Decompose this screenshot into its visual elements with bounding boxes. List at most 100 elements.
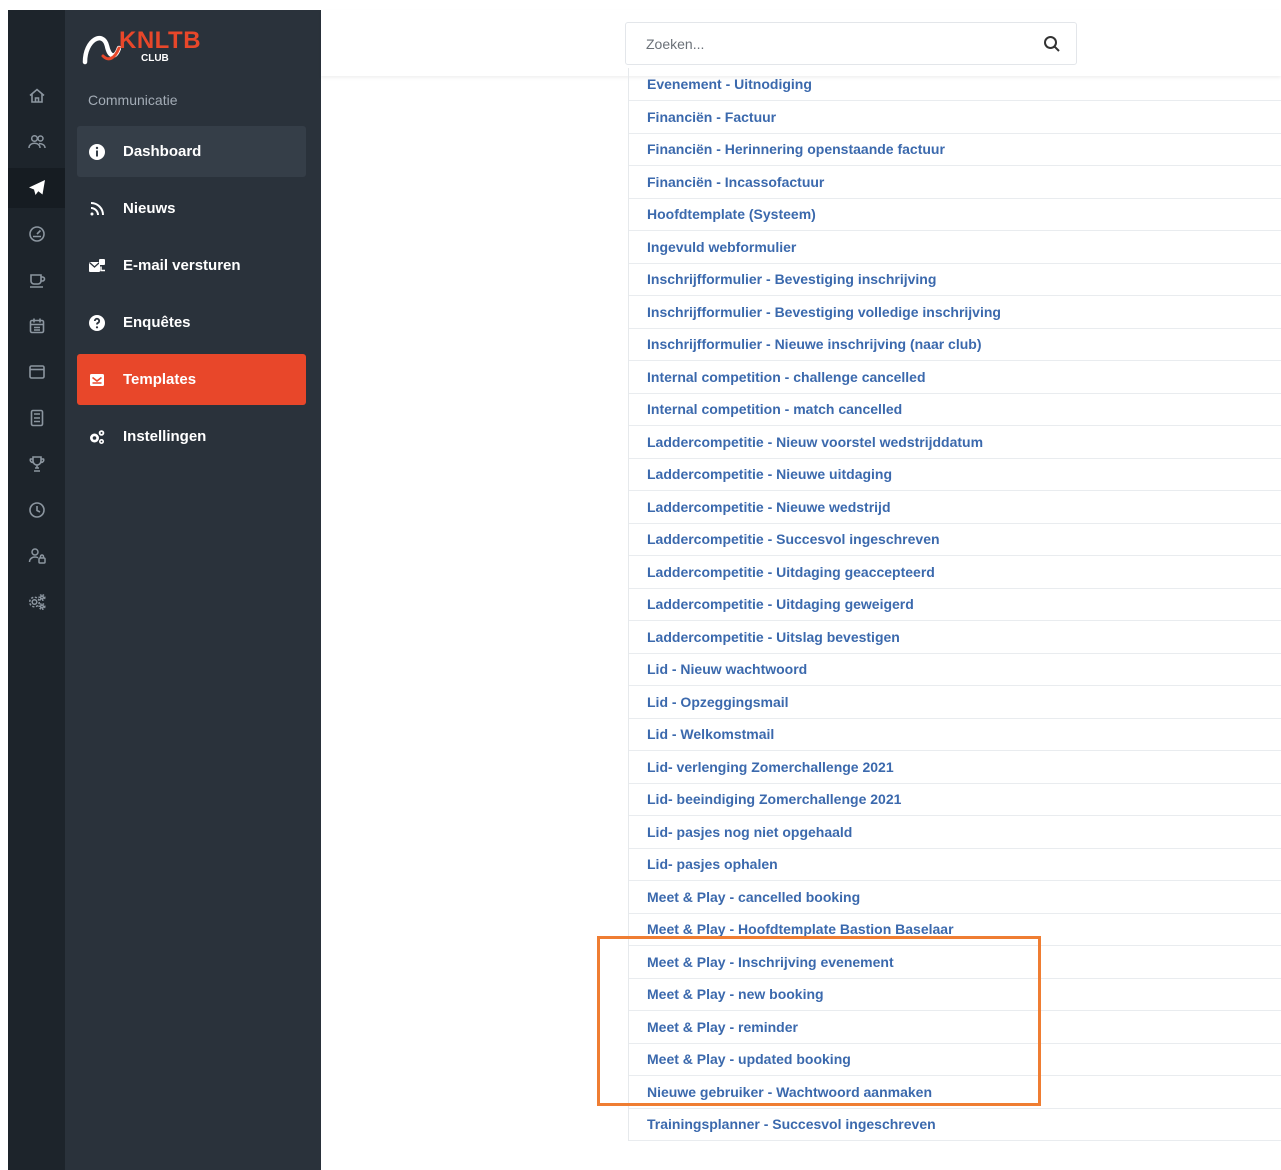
template-link[interactable]: Inschrijfformulier - Bevestiging volledi… — [647, 304, 1001, 320]
template-link[interactable]: Laddercompetitie - Uitdaging geweigerd — [647, 596, 914, 612]
gauge-icon[interactable] — [8, 214, 65, 254]
template-link[interactable]: Financiën - Incassofactuur — [647, 174, 824, 190]
template-link[interactable]: Laddercompetitie - Uitdaging geaccepteer… — [647, 564, 935, 580]
template-row: Internal competition - match cancelled — [629, 394, 1281, 426]
user-lock-icon[interactable] — [8, 536, 65, 576]
home-icon[interactable] — [8, 76, 65, 116]
template-link[interactable]: Trainingsplanner - Succesvol ingeschreve… — [647, 1116, 936, 1132]
template-link[interactable]: Nieuwe gebruiker - Wachtwoord aanmaken — [647, 1084, 932, 1100]
template-row: Laddercompetitie - Uitslag bevestigen — [629, 621, 1281, 654]
section-label: Communicatie — [88, 92, 178, 108]
template-link[interactable]: Lid - Opzeggingsmail — [647, 694, 789, 710]
template-row: Inschrijfformulier - Bevestiging inschri… — [629, 264, 1281, 296]
template-link[interactable]: Meet & Play - Inschrijving evenement — [647, 954, 894, 970]
knltb-logo-icon — [82, 35, 121, 65]
template-row: Laddercompetitie - Nieuwe wedstrijd — [629, 491, 1281, 524]
template-link[interactable]: Lid- pasjes nog niet opgehaald — [647, 824, 852, 840]
icon-rail — [8, 10, 65, 1170]
template-row: Meet & Play - reminder — [629, 1011, 1281, 1044]
template-row: Meet & Play - updated booking — [629, 1044, 1281, 1076]
template-link[interactable]: Meet & Play - cancelled booking — [647, 889, 860, 905]
template-link[interactable]: Laddercompetitie - Nieuw voorstel wedstr… — [647, 434, 983, 450]
template-link[interactable]: Laddercompetitie - Succesvol ingeschreve… — [647, 531, 940, 547]
template-row: Inschrijfformulier - Bevestiging volledi… — [629, 296, 1281, 329]
template-row: Financiën - Factuur — [629, 101, 1281, 134]
nav-item-label: Instellingen — [123, 428, 207, 445]
template-link[interactable]: Internal competition - match cancelled — [647, 401, 902, 417]
users-icon[interactable] — [8, 122, 65, 162]
template-row: Ingevuld webformulier — [629, 231, 1281, 264]
template-row: Lid- pasjes ophalen — [629, 849, 1281, 881]
knltb-logo[interactable]: KNLTB CLUB — [81, 24, 201, 68]
template-row: Lid - Welkomstmail — [629, 719, 1281, 751]
nav-item-label: Templates — [123, 371, 197, 388]
template-row: Nieuwe gebruiker - Wachtwoord aanmaken — [629, 1076, 1281, 1109]
template-link[interactable]: Laddercompetitie - Nieuwe uitdaging — [647, 466, 892, 482]
nav-item-label: Dashboard — [123, 143, 202, 160]
template-row: Laddercompetitie - Uitdaging geaccepteer… — [629, 556, 1281, 589]
template-row: Laddercompetitie - Nieuw voorstel wedstr… — [629, 426, 1281, 459]
cogs-icon — [88, 428, 106, 446]
brand-sub: CLUB — [141, 52, 169, 64]
rss-icon — [88, 200, 106, 218]
template-link[interactable]: Financiën - Herinnering openstaande fact… — [647, 141, 945, 157]
top-bar — [321, 10, 1281, 76]
template-row: Financiën - Herinnering openstaande fact… — [629, 134, 1281, 166]
cup-icon[interactable] — [8, 260, 65, 300]
template-row: Meet & Play - cancelled booking — [629, 881, 1281, 914]
template-link[interactable]: Meet & Play - Hoofdtemplate Bastion Base… — [647, 921, 954, 937]
nav-item-instellingen[interactable]: Instellingen — [77, 411, 306, 462]
template-row: Lid- pasjes nog niet opgehaald — [629, 816, 1281, 849]
template-link[interactable]: Meet & Play - reminder — [647, 1019, 798, 1035]
template-link[interactable]: Hoofdtemplate (Systeem) — [647, 206, 816, 222]
template-link[interactable]: Internal competition - challenge cancell… — [647, 369, 926, 385]
nav-item-label: E-mail versturen — [123, 257, 241, 274]
template-link[interactable]: Ingevuld webformulier — [647, 239, 796, 255]
template-link[interactable]: Meet & Play - new booking — [647, 986, 824, 1002]
template-link[interactable]: Lid - Nieuw wachtwoord — [647, 661, 807, 677]
search-icon[interactable] — [1042, 34, 1062, 54]
window-icon[interactable] — [8, 352, 65, 392]
paper-plane-icon[interactable] — [8, 168, 65, 208]
template-row: Financiën - Incassofactuur — [629, 166, 1281, 199]
template-link[interactable]: Meet & Play - updated booking — [647, 1051, 851, 1067]
template-link[interactable]: Lid - Welkomstmail — [647, 726, 774, 742]
nav-item-templates[interactable]: Templates — [77, 354, 306, 405]
template-row: Evenement - Uitnodiging — [629, 68, 1281, 101]
template-row: Meet & Play - new booking — [629, 979, 1281, 1011]
envelope-icon — [88, 371, 106, 389]
template-link[interactable]: Evenement - Uitnodiging — [647, 76, 812, 92]
nav-item-email-versturen[interactable]: E-mail versturen — [77, 240, 306, 291]
sidebar: KNLTB CLUB Communicatie Dashboard Nieuws… — [65, 10, 321, 1170]
template-row: Lid - Nieuw wachtwoord — [629, 654, 1281, 686]
search-box — [625, 22, 1077, 65]
nav-item-label: Enquêtes — [123, 314, 191, 331]
template-row: Trainingsplanner - Succesvol ingeschreve… — [629, 1109, 1281, 1141]
template-link[interactable]: Financiën - Factuur — [647, 109, 776, 125]
nav-item-enquetes[interactable]: Enquêtes — [77, 297, 306, 348]
template-link[interactable]: Inschrijfformulier - Nieuwe inschrijving… — [647, 336, 982, 352]
template-link[interactable]: Inschrijfformulier - Bevestiging inschri… — [647, 271, 936, 287]
cogs-icon[interactable] — [8, 582, 65, 622]
template-row: Laddercompetitie - Uitdaging geweigerd — [629, 589, 1281, 621]
calculator-icon[interactable] — [8, 398, 65, 438]
info-icon — [88, 143, 106, 161]
template-row: Internal competition - challenge cancell… — [629, 361, 1281, 394]
template-link[interactable]: Lid- pasjes ophalen — [647, 856, 778, 872]
template-row: Laddercompetitie - Nieuwe uitdaging — [629, 459, 1281, 491]
template-link[interactable]: Laddercompetitie - Nieuwe wedstrijd — [647, 499, 891, 515]
template-row: Meet & Play - Inschrijving evenement — [629, 946, 1281, 979]
calendar-icon[interactable] — [8, 306, 65, 346]
template-link[interactable]: Lid- beeindiging Zomerchallenge 2021 — [647, 791, 901, 807]
template-row: Lid- verlenging Zomerchallenge 2021 — [629, 751, 1281, 784]
nav-item-nieuws[interactable]: Nieuws — [77, 183, 306, 234]
template-row: Inschrijfformulier - Nieuwe inschrijving… — [629, 329, 1281, 361]
trophy-icon[interactable] — [8, 444, 65, 484]
template-row: Lid- beeindiging Zomerchallenge 2021 — [629, 784, 1281, 816]
template-link[interactable]: Laddercompetitie - Uitslag bevestigen — [647, 629, 900, 645]
nav-item-dashboard[interactable]: Dashboard — [77, 126, 306, 177]
search-input[interactable] — [626, 34, 1042, 53]
clock-icon[interactable] — [8, 490, 65, 530]
template-link[interactable]: Lid- verlenging Zomerchallenge 2021 — [647, 759, 894, 775]
template-list: Evenement - Uitnodiging Financiën - Factu… — [628, 68, 1281, 1141]
